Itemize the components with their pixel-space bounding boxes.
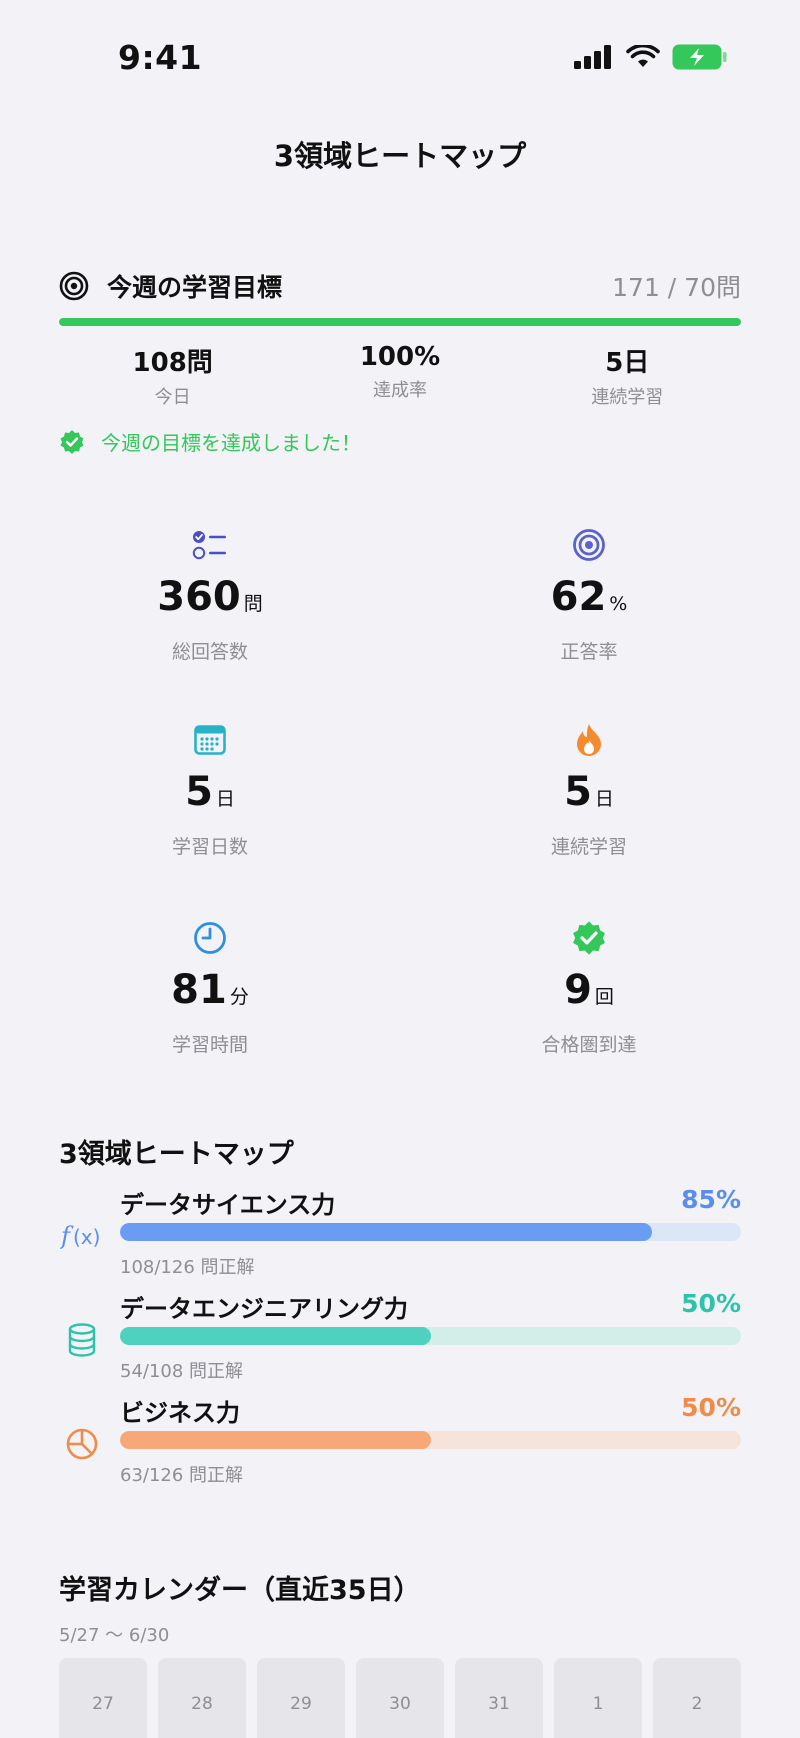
stat-label: 学習時間 (171, 1034, 248, 1056)
svg-text:f: f (60, 1222, 74, 1250)
weekly-goal-header: 今週の学習目標 171 / 70問 (59, 266, 741, 306)
calendar-icon (194, 725, 226, 755)
weekly-goal-count: 171 / 70問 (612, 273, 741, 302)
stat-pass-count: 9回 合格圏到達 (449, 920, 729, 1057)
calendar-grid: 27 28 29 30 31 1 2 (59, 1658, 741, 1738)
domain-row-data-engineering[interactable]: データエンジニアリング力 50% 54/108 問正解 (59, 1289, 741, 1393)
stat-accuracy: 62% 正答率 (449, 527, 729, 664)
signal-icon (574, 45, 611, 69)
stat-unit: 回 (594, 986, 614, 1008)
flame-icon (577, 724, 601, 756)
heatmap-title: 3領域ヒートマップ (59, 1139, 294, 1170)
clock-icon (194, 922, 226, 954)
goal-stat-label: 達成率 (372, 380, 427, 401)
stat-unit: 問 (243, 593, 263, 615)
stat-unit: 分 (229, 986, 249, 1008)
stat-value: 62 (550, 574, 607, 620)
stat-label: 正答率 (560, 641, 618, 663)
domain-progress-fill (120, 1223, 653, 1241)
stat-label: 合格圏到達 (541, 1034, 637, 1056)
goal-stat-rate: 100% 達成率 (286, 342, 513, 409)
stat-value: 5 (185, 769, 213, 815)
weekly-goal-card: 今週の学習目標 171 / 70問 108問 今日 100% 達成率 5日 連続… (59, 266, 741, 456)
calendar-day[interactable]: 2 (653, 1658, 741, 1738)
weekly-goal-stats: 108問 今日 100% 達成率 5日 連続学習 (59, 342, 741, 409)
stat-value: 360 (157, 574, 241, 620)
status-time: 9:41 (118, 38, 203, 77)
stat-streak: 5日 連続学習 (449, 722, 729, 859)
pie-chart-icon (59, 1421, 105, 1467)
domain-row-business[interactable]: ビジネス力 50% 63/126 問正解 (59, 1393, 741, 1497)
calendar-day[interactable]: 30 (356, 1658, 444, 1738)
function-icon: f (x) (59, 1213, 105, 1259)
status-bar: 9:41 (0, 0, 800, 110)
stat-value: 9 (564, 967, 592, 1013)
calendar-title: 学習カレンダー（直近35日） (59, 1575, 421, 1606)
verified-badge-icon (60, 429, 84, 454)
domain-percent: 50% (681, 1289, 741, 1318)
domain-detail: 108/126 問正解 (120, 1257, 255, 1278)
stat-unit: % (609, 593, 628, 615)
goal-stat-label: 今日 (154, 387, 191, 408)
goal-stat-value: 5日 (605, 348, 650, 378)
stat-study-days: 5日 学習日数 (70, 722, 350, 859)
stat-label: 連続学習 (550, 836, 627, 858)
calendar-day[interactable]: 1 (554, 1658, 642, 1738)
target-icon (573, 529, 605, 561)
calendar-day[interactable]: 29 (257, 1658, 345, 1738)
domain-progress-bar (120, 1431, 741, 1449)
target-icon (59, 271, 89, 301)
calendar-day[interactable]: 28 (158, 1658, 246, 1738)
stat-label: 総回答数 (171, 641, 248, 663)
domain-row-data-science[interactable]: f (x) データサイエンス力 85% 108/126 問正解 (59, 1185, 741, 1289)
goal-stat-streak: 5日 連続学習 (514, 342, 741, 409)
stat-value: 81 (171, 967, 227, 1013)
domain-progress-bar (120, 1327, 741, 1345)
goal-stat-today: 108問 今日 (59, 342, 286, 409)
domain-progress-fill (120, 1327, 431, 1345)
goal-achieved-message: 今週の目標を達成しました！ (59, 427, 741, 456)
battery-charging-icon (672, 44, 727, 70)
weekly-goal-progress-fill (59, 318, 741, 326)
domain-detail: 63/126 問正解 (120, 1465, 244, 1486)
stat-unit: 日 (215, 788, 235, 810)
domain-progress-fill (120, 1431, 431, 1449)
domain-progress-bar (120, 1223, 741, 1241)
stat-unit: 日 (594, 788, 614, 810)
domain-percent: 85% (681, 1185, 741, 1214)
calendar-day[interactable]: 31 (455, 1658, 543, 1738)
stat-total-answers: 360 問 総回答数 (70, 527, 350, 664)
stat-value: 5 (564, 769, 592, 815)
stat-study-time: 81 分 学習時間 (70, 920, 350, 1057)
domain-detail: 54/108 問正解 (120, 1361, 244, 1382)
calendar-range: 5/27 〜 6/30 (59, 1625, 170, 1646)
goal-achieved-text: 今週の目標を達成しました！ (101, 431, 361, 455)
goal-stat-label: 連続学習 (591, 387, 664, 408)
stat-label: 学習日数 (171, 836, 248, 858)
wifi-icon (626, 45, 660, 67)
domain-percent: 50% (681, 1393, 741, 1422)
weekly-goal-title: 今週の学習目標 (107, 273, 283, 302)
database-icon (59, 1317, 105, 1363)
domain-name: データエンジニアリング力 (120, 1295, 408, 1323)
weekly-goal-progress-bar (59, 318, 741, 326)
checklist-icon (192, 531, 226, 560)
verified-badge-icon (573, 921, 605, 955)
domain-name: ビジネス力 (120, 1399, 240, 1427)
domain-name: データサイエンス力 (120, 1191, 336, 1219)
page-title: 3領域ヒートマップ (273, 139, 527, 173)
svg-text:(x): (x) (73, 1225, 100, 1249)
goal-stat-value: 108問 (132, 348, 213, 378)
calendar-day[interactable]: 27 (59, 1658, 147, 1738)
goal-stat-value: 100% (359, 342, 441, 372)
status-icons (574, 44, 728, 70)
